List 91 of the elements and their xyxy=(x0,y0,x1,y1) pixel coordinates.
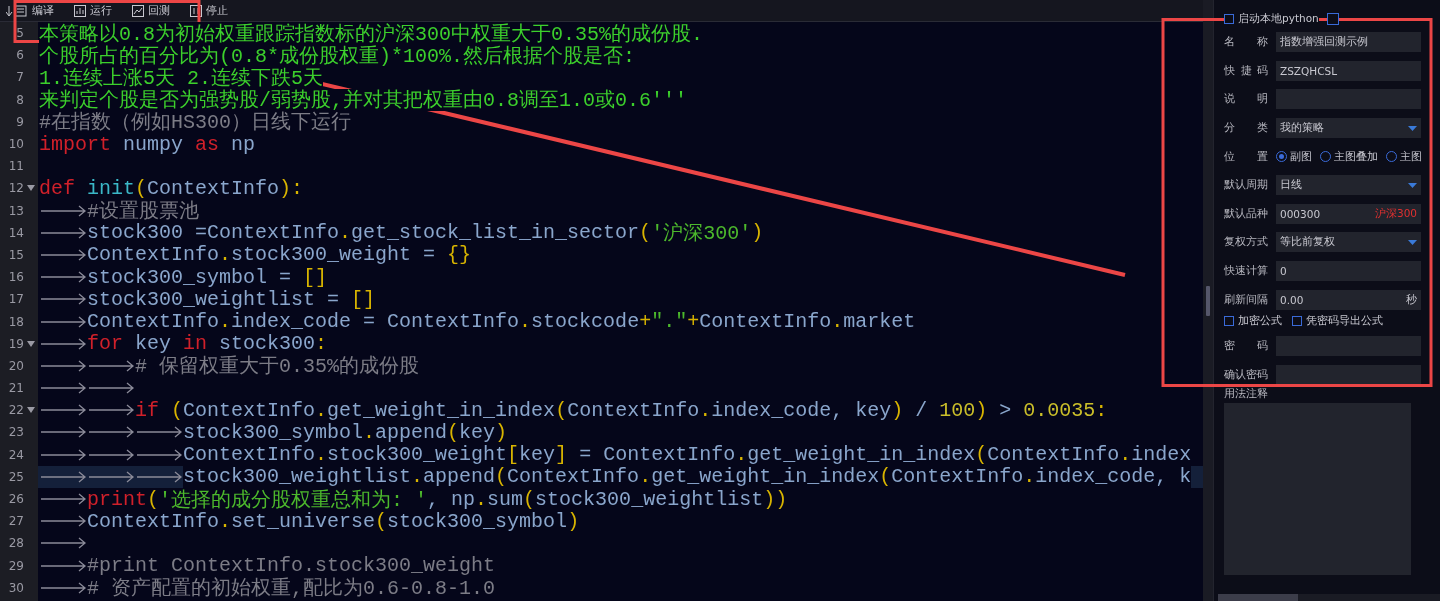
fold-icon[interactable] xyxy=(27,407,35,414)
code-line: # 资产配置的初始权重,配比为0.6-0.8-1.0 xyxy=(38,576,496,599)
line-number: 12 xyxy=(7,181,24,196)
fold-icon[interactable] xyxy=(27,340,35,347)
line-number: 29 xyxy=(7,558,24,573)
code-line: # 保留权重大于0.35%的成份股 xyxy=(38,354,419,377)
help-icon[interactable] xyxy=(1326,13,1339,25)
line-number: 24 xyxy=(7,447,24,462)
code-line: stock300 =ContextInfo.get_stock_list_in_sector('沪深300') xyxy=(38,221,764,244)
checkbox-option[interactable]: 加密公式 xyxy=(1224,313,1282,328)
toolbar-button[interactable]: 运行 xyxy=(72,1,114,20)
toolbar-button[interactable]: 停止 xyxy=(188,1,230,20)
scrollbar[interactable] xyxy=(1218,594,1440,601)
splitter-handle[interactable] xyxy=(1206,285,1210,316)
text-field[interactable]: ZSZQHCSL xyxy=(1276,60,1421,81)
line-number: 17 xyxy=(7,292,24,307)
line-number: 11 xyxy=(7,159,24,174)
line-number: 15 xyxy=(7,247,24,262)
line-number: 5 xyxy=(15,26,24,41)
fold-icon[interactable] xyxy=(27,185,35,192)
field-label: 说明 xyxy=(1224,92,1268,107)
line-number: 22 xyxy=(7,403,24,418)
radio-option[interactable]: 副图 xyxy=(1276,149,1312,164)
field-label: 名称 xyxy=(1224,35,1268,50)
code-line: ContextInfo.set_universe(stock300_symbol) xyxy=(38,510,580,533)
line-number: 7 xyxy=(15,70,24,85)
field-label: 默认品种 xyxy=(1224,206,1268,221)
dropdown[interactable]: 等比前复权 xyxy=(1276,232,1421,253)
dropdown[interactable]: 我的策略 xyxy=(1276,118,1421,139)
bar-chart-icon xyxy=(74,4,86,17)
pause-icon xyxy=(190,4,202,17)
checkbox[interactable] xyxy=(1224,14,1234,24)
code-line: if (ContextInfo.get_weight_in_index(ContextInfo.index_code, key) / 100) > 0.0035: xyxy=(38,399,1108,422)
unit-label: 秒 xyxy=(1406,292,1417,307)
dropdown[interactable]: 日线 xyxy=(1276,175,1421,196)
line-number: 6 xyxy=(15,48,24,63)
code-line: ContextInfo.index_code = ContextInfo.stockcode+"."+ContextInfo.market xyxy=(38,310,916,333)
line-number: 25 xyxy=(7,469,24,484)
symbol-name: 沪深300 xyxy=(1374,206,1417,221)
checkbox-option[interactable]: 凭密码导出公式 xyxy=(1292,313,1383,328)
line-number: 16 xyxy=(7,270,24,285)
text-field[interactable]: 指数增强回测示例 xyxy=(1276,32,1421,53)
radio-option[interactable]: 主图 xyxy=(1386,149,1422,164)
checkbox-option[interactable]: 启动本地python xyxy=(1224,12,1319,26)
line-number: 30 xyxy=(7,580,24,595)
caret-icon xyxy=(1408,239,1417,245)
line-number: 14 xyxy=(7,225,24,240)
code-line: stock300_symbol.append(key) xyxy=(38,421,508,444)
line-number: 21 xyxy=(7,381,24,396)
toolbar-button[interactable]: 回测 xyxy=(130,1,172,20)
field-label: 分类 xyxy=(1224,121,1268,136)
line-number: 9 xyxy=(15,114,24,129)
text-field[interactable]: 0 xyxy=(1276,261,1421,282)
code-line: ContextInfo.stock300_weight[key] = ContextInfo.get_weight_in_index(ContextInfo.index xyxy=(38,443,1192,466)
text-field[interactable] xyxy=(1276,364,1421,385)
line-chart-icon xyxy=(132,4,144,17)
field-label: 位置 xyxy=(1224,149,1268,164)
line-number: 8 xyxy=(15,92,24,107)
compile-icon xyxy=(6,4,28,17)
line-number: 20 xyxy=(7,358,24,373)
text-field[interactable]: 000300 沪深300 xyxy=(1276,203,1421,224)
field-label: 刷新间隔 xyxy=(1224,292,1268,307)
radio-option[interactable]: 主图叠加 xyxy=(1320,149,1378,164)
line-number: 19 xyxy=(7,336,24,351)
code-line: ContextInfo.stock300_weight = {} xyxy=(38,243,472,267)
caret-icon xyxy=(1408,182,1417,188)
line-number: 23 xyxy=(7,425,24,440)
code-line: #设置股票池 xyxy=(38,199,199,222)
code-line: import numpy as np xyxy=(38,132,256,156)
code-editor[interactable] xyxy=(0,22,1203,601)
text-field[interactable]: 0.00 秒 xyxy=(1276,289,1421,310)
line-number: 13 xyxy=(7,203,24,218)
field-label: 确认密码 xyxy=(1224,367,1268,382)
field-label: 快速计算 xyxy=(1224,264,1268,279)
code-line: print('选择的成分股权重总和为: ', np.sum(stock300_weightlist)) xyxy=(38,487,788,511)
code-line: #print ContextInfo.stock300_weight xyxy=(38,554,496,577)
code-line: stock300_weightlist.append(ContextInfo.get_weight_in_index(ContextInfo.index_code, k xyxy=(38,465,1192,488)
line-number: 26 xyxy=(7,492,24,507)
field-label: 密码 xyxy=(1224,339,1268,354)
line-number: 18 xyxy=(7,314,24,329)
field-label: 快捷码 xyxy=(1224,63,1268,78)
caret-icon xyxy=(1408,125,1417,131)
checkbox[interactable] xyxy=(1292,315,1302,326)
line-number: 10 xyxy=(7,137,24,152)
line-number: 28 xyxy=(7,536,24,551)
toolbar-button[interactable]: 编译 xyxy=(4,1,56,20)
code-line: for key in stock300: xyxy=(38,332,328,355)
field-label: 复权方式 xyxy=(1224,235,1268,250)
field-label: 默认周期 xyxy=(1224,178,1268,193)
checkbox[interactable] xyxy=(1224,315,1234,326)
line-number: 27 xyxy=(7,514,24,529)
